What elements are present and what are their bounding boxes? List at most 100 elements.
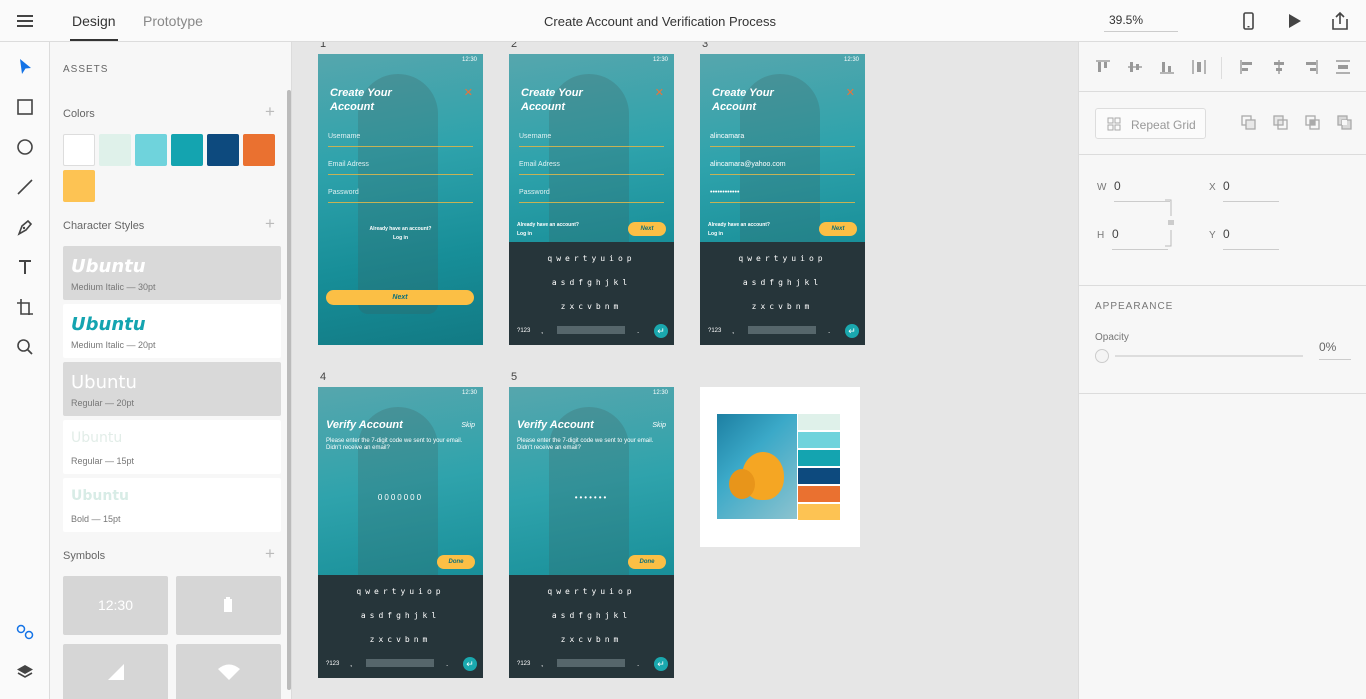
- form-field[interactable]: alincamara: [710, 133, 855, 147]
- x-field[interactable]: 0: [1223, 179, 1279, 202]
- select-tool-icon[interactable]: [15, 57, 35, 77]
- close-icon[interactable]: ✕: [464, 86, 473, 99]
- form-field[interactable]: alincamara@yahoo.com: [710, 161, 855, 175]
- close-icon[interactable]: ✕: [846, 86, 855, 99]
- boolean-exclude-icon[interactable]: [1337, 115, 1353, 131]
- palette-strip: [798, 414, 840, 430]
- character-style-preview: Ubuntu: [71, 256, 146, 277]
- artboard[interactable]: 12:30 Create Your Account ✕ alincamara alinc…: [700, 54, 865, 345]
- distribute-horizontal-icon[interactable]: [1191, 59, 1207, 75]
- zoom-tool-icon[interactable]: [15, 337, 35, 357]
- align-center-icon[interactable]: [1271, 59, 1287, 75]
- form-field[interactable]: Username: [519, 133, 664, 147]
- keyboard-row: asdfghjkl: [551, 611, 632, 620]
- keyboard-row: qwertyuiop: [738, 254, 827, 263]
- artboard-tool-icon[interactable]: [15, 297, 35, 317]
- align-right-icon[interactable]: [1303, 59, 1319, 75]
- rectangle-tool-icon[interactable]: [15, 97, 35, 117]
- add-symbol-icon[interactable]: +: [265, 545, 275, 562]
- symbol-label: 12:30: [97, 597, 134, 613]
- boolean-subtract-icon[interactable]: [1273, 115, 1289, 131]
- symbol-item[interactable]: 12:30: [63, 576, 168, 635]
- next-button[interactable]: Next: [628, 222, 666, 236]
- character-style-item[interactable]: Ubuntu Medium Italic — 20pt: [63, 304, 281, 358]
- color-swatch[interactable]: [207, 134, 239, 166]
- lock-aspect-icon[interactable]: [1165, 198, 1175, 248]
- symbol-item[interactable]: [176, 576, 281, 635]
- add-color-icon[interactable]: +: [265, 103, 275, 120]
- artboard[interactable]: 12:30 Verify Account Skip Please enter the …: [318, 387, 483, 678]
- height-field[interactable]: 0: [1112, 227, 1168, 250]
- align-top-icon[interactable]: [1095, 59, 1111, 75]
- login-link[interactable]: Log in: [517, 231, 532, 237]
- skip-link[interactable]: Skip: [652, 422, 666, 429]
- color-swatch[interactable]: [171, 134, 203, 166]
- form-field[interactable]: Password: [328, 189, 473, 203]
- assets-panel-icon[interactable]: [15, 622, 35, 642]
- artboard[interactable]: 12:30 Create Your Account ✕ Username Email A…: [318, 54, 483, 345]
- opacity-slider-handle[interactable]: [1095, 349, 1109, 363]
- verify-description: Please enter the 7-digit code we sent to…: [326, 438, 463, 451]
- align-left-icon[interactable]: [1239, 59, 1255, 75]
- close-icon[interactable]: ✕: [655, 86, 664, 99]
- color-swatch[interactable]: [135, 134, 167, 166]
- verification-code[interactable]: 0000000: [318, 493, 483, 502]
- opacity-value[interactable]: 0%: [1319, 340, 1351, 360]
- zoom-field[interactable]: 39.5%: [1104, 10, 1178, 32]
- character-style-item[interactable]: Ubuntu Regular — 15pt: [63, 420, 281, 474]
- artboard-heading: Verify Account: [326, 419, 403, 431]
- add-character-style-icon[interactable]: +: [265, 215, 275, 232]
- character-style-preview: Ubuntu: [71, 314, 146, 335]
- pen-tool-icon[interactable]: [15, 217, 35, 237]
- color-swatch[interactable]: [63, 170, 95, 202]
- symbol-item[interactable]: [63, 644, 168, 699]
- width-field[interactable]: 0: [1114, 179, 1170, 202]
- comma-key: ,: [732, 326, 735, 335]
- assets-scrollbar[interactable]: [287, 90, 291, 690]
- moodboard-artboard[interactable]: [700, 387, 860, 547]
- character-style-item[interactable]: Ubuntu Regular — 20pt: [63, 362, 281, 416]
- artboard-number: 4: [320, 371, 327, 383]
- character-style-item[interactable]: Ubuntu Bold — 15pt: [63, 478, 281, 532]
- done-button[interactable]: Done: [628, 555, 666, 569]
- align-middle-icon[interactable]: [1127, 59, 1143, 75]
- design-canvas[interactable]: 1 12:30 Create Your Account ✕ Username Email …: [292, 42, 1078, 699]
- width-label: W: [1097, 182, 1107, 193]
- ellipse-tool-icon[interactable]: [15, 137, 35, 157]
- symbol-item[interactable]: [176, 644, 281, 699]
- artboard-heading: Verify Account: [517, 419, 594, 431]
- artboard[interactable]: 12:30 Create Your Account ✕ Username Email A…: [509, 54, 674, 345]
- boolean-add-icon[interactable]: [1241, 115, 1257, 131]
- form-field[interactable]: Email Adress: [519, 161, 664, 175]
- line-tool-icon[interactable]: [15, 177, 35, 197]
- phone-preview-icon[interactable]: [1238, 11, 1258, 31]
- artboard[interactable]: 12:30 Verify Account Skip Please enter the …: [509, 387, 674, 678]
- opacity-slider-track[interactable]: [1115, 355, 1303, 357]
- skip-link[interactable]: Skip: [461, 422, 475, 429]
- text-tool-icon[interactable]: [15, 257, 35, 277]
- repeat-grid-button[interactable]: Repeat Grid: [1095, 108, 1206, 139]
- keyboard-row: zxcvbnm: [751, 302, 814, 311]
- y-field[interactable]: 0: [1223, 227, 1279, 250]
- form-field[interactable]: Password: [519, 189, 664, 203]
- verification-code[interactable]: •••••••: [509, 493, 674, 502]
- boolean-intersect-icon[interactable]: [1305, 115, 1321, 131]
- character-style-item[interactable]: Ubuntu Medium Italic — 30pt: [63, 246, 281, 300]
- distribute-vertical-icon[interactable]: [1335, 59, 1351, 75]
- color-swatch[interactable]: [99, 134, 131, 166]
- done-button[interactable]: Done: [437, 555, 475, 569]
- form-field[interactable]: ••••••••••••: [710, 189, 855, 203]
- layers-panel-icon[interactable]: [15, 662, 35, 682]
- next-button[interactable]: Next: [819, 222, 857, 236]
- keyboard-row: zxcvbnm: [560, 635, 623, 644]
- login-link[interactable]: Log in: [318, 235, 483, 241]
- form-field[interactable]: Username: [328, 133, 473, 147]
- color-swatch[interactable]: [63, 134, 95, 166]
- login-link[interactable]: Log in: [708, 231, 723, 237]
- next-button[interactable]: Next: [326, 290, 474, 305]
- play-icon[interactable]: [1284, 11, 1304, 31]
- form-field[interactable]: Email Adress: [328, 161, 473, 175]
- share-icon[interactable]: [1330, 11, 1350, 31]
- align-bottom-icon[interactable]: [1159, 59, 1175, 75]
- color-swatch[interactable]: [243, 134, 275, 166]
